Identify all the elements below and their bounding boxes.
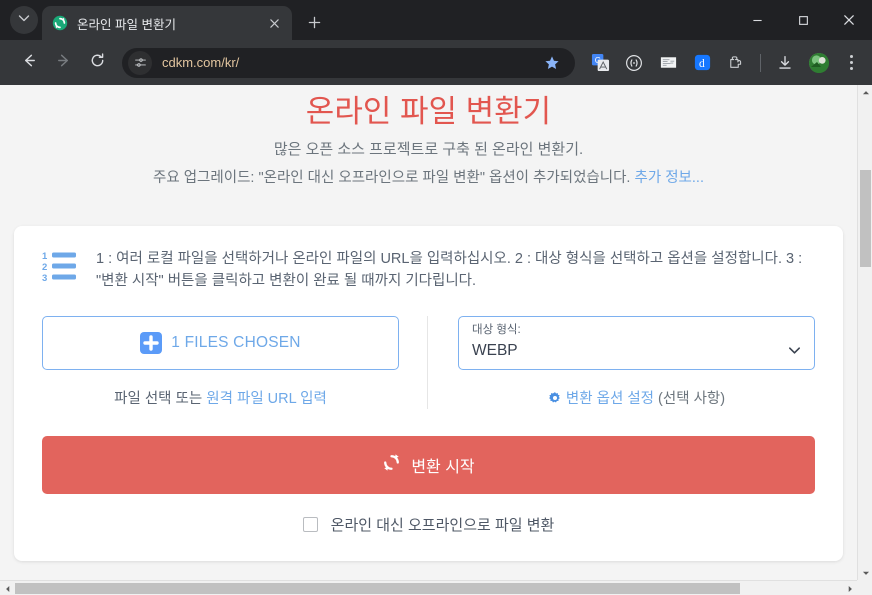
browser-toolbar: cdkm.com/kr/ G bbox=[0, 40, 872, 85]
scroll-left-arrow-icon[interactable] bbox=[0, 581, 15, 595]
tab-search-button[interactable] bbox=[10, 6, 38, 34]
scroll-right-arrow-icon[interactable] bbox=[842, 581, 857, 595]
forward-button[interactable] bbox=[48, 48, 78, 78]
vertical-scroll-thumb[interactable] bbox=[860, 170, 871, 267]
close-button[interactable] bbox=[826, 0, 872, 40]
puzzle-extensions-icon[interactable] bbox=[722, 49, 750, 77]
back-arrow-icon bbox=[21, 52, 38, 74]
minimize-button[interactable] bbox=[734, 0, 780, 40]
file-chooser-button[interactable]: 1 FILES CHOSEN bbox=[42, 316, 399, 370]
numbered-list-icon: 1 2 3 bbox=[42, 248, 82, 287]
scroll-up-arrow-icon[interactable] bbox=[858, 85, 872, 100]
maximize-button[interactable] bbox=[780, 0, 826, 40]
conversion-options: 변환 옵션 설정 (선택 사항) bbox=[458, 387, 815, 409]
conversion-options-link[interactable]: 변환 옵션 설정 bbox=[566, 391, 654, 407]
profile-avatar[interactable] bbox=[805, 49, 833, 77]
forward-arrow-icon bbox=[55, 52, 72, 74]
target-format-value: WEBP bbox=[472, 342, 518, 359]
tab-close-button[interactable] bbox=[264, 13, 284, 33]
target-format-select[interactable]: 대상 형식: WEBP bbox=[458, 316, 815, 370]
svg-text:2: 2 bbox=[42, 262, 47, 273]
tune-sliders-icon[interactable] bbox=[128, 50, 152, 75]
download-icon[interactable] bbox=[771, 49, 799, 77]
scroll-down-arrow-icon[interactable] bbox=[858, 565, 872, 580]
horizontal-scroll-thumb[interactable] bbox=[15, 583, 740, 594]
howto-section: 1 2 3 1 : 여러 로컬 파일을 선택하거나 온라인 파일의 URL을 입… bbox=[42, 248, 815, 292]
conversion-options-suffix: (선택 사항) bbox=[654, 391, 726, 407]
refresh-sync-icon bbox=[382, 453, 401, 477]
url-text: cdkm.com/kr/ bbox=[162, 55, 240, 70]
upgrade-notice: 주요 업그레이드: "온라인 대신 오프라인으로 파일 변환" 옵션이 추가되었… bbox=[0, 167, 857, 189]
start-conversion-label: 변환 시작 bbox=[411, 459, 475, 476]
offline-checkbox-label: 온라인 대신 오프라인으로 파일 변환 bbox=[330, 517, 555, 534]
tab-title: 온라인 파일 변환기 bbox=[77, 17, 176, 32]
google-translate-icon[interactable]: G bbox=[586, 49, 614, 77]
avatar bbox=[809, 52, 829, 73]
three-dot-menu-icon[interactable] bbox=[838, 49, 864, 77]
page-viewport: 온라인 파일 변환기 많은 오픈 소스 프로젝트로 구축 된 온라인 변환기. … bbox=[0, 85, 872, 595]
address-bar[interactable]: cdkm.com/kr/ bbox=[122, 47, 575, 78]
remote-url-link[interactable]: 원격 파일 URL 입력 bbox=[206, 391, 327, 407]
d-extension-icon[interactable]: d bbox=[688, 49, 716, 77]
more-info-link[interactable]: 추가 정보... bbox=[635, 170, 704, 186]
bracket-circle-icon[interactable] bbox=[620, 49, 648, 77]
svg-text:3: 3 bbox=[42, 273, 47, 282]
web-page-content: 온라인 파일 변환기 많은 오픈 소스 프로젝트로 구축 된 온라인 변환기. … bbox=[0, 85, 857, 580]
upgrade-notice-text: 주요 업그레이드: "온라인 대신 오프라인으로 파일 변환" 옵션이 추가되었… bbox=[153, 170, 635, 186]
reload-icon bbox=[89, 52, 106, 74]
file-hint: 파일 선택 또는 원격 파일 URL 입력 bbox=[42, 387, 399, 408]
plus-square-icon bbox=[140, 332, 163, 354]
file-selection-column: 1 FILES CHOSEN 파일 선택 또는 원격 파일 URL 입력 bbox=[42, 316, 427, 409]
converter-columns: 1 FILES CHOSEN 파일 선택 또는 원격 파일 URL 입력 대상 … bbox=[42, 316, 815, 409]
browser-window: 온라인 파일 변환기 cdkm.com/kr/ d 온라인 파일 변환기 많은 … bbox=[0, 0, 872, 595]
page-subtitle: 많은 오픈 소스 프로젝트로 구축 된 온라인 변환기. bbox=[273, 141, 584, 158]
reload-button[interactable] bbox=[82, 48, 112, 78]
window-controls bbox=[734, 0, 872, 40]
offline-checkbox[interactable] bbox=[302, 517, 318, 532]
file-hint-prefix: 파일 선택 또는 bbox=[114, 391, 207, 407]
toolbar-divider bbox=[760, 53, 761, 72]
scrollbar-corner bbox=[857, 580, 872, 595]
toolbar-extensions: G bbox=[583, 49, 864, 77]
vertical-scrollbar[interactable] bbox=[857, 85, 872, 580]
svg-text:d: d bbox=[698, 58, 704, 70]
sync-green-favicon bbox=[52, 15, 68, 31]
format-selection-column: 대상 형식: WEBP 변환 옵션 설정 (선택 사항) bbox=[427, 316, 815, 409]
chevron-down-icon bbox=[787, 343, 802, 363]
horizontal-scrollbar[interactable] bbox=[0, 580, 857, 595]
new-tab-button[interactable] bbox=[300, 8, 328, 36]
gear-icon bbox=[548, 391, 562, 409]
howto-text: 1 : 여러 로컬 파일을 선택하거나 온라인 파일의 URL을 입력하십시오.… bbox=[96, 251, 803, 289]
hero-section: 온라인 파일 변환기 많은 오픈 소스 프로젝트로 구축 된 온라인 변환기. … bbox=[0, 85, 857, 189]
files-chosen-label: 1 FILES CHOSEN bbox=[171, 334, 301, 351]
target-format-label: 대상 형식: bbox=[472, 324, 521, 336]
browser-tab[interactable]: 온라인 파일 변환기 bbox=[42, 6, 292, 40]
tab-strip: 온라인 파일 변환기 bbox=[0, 0, 872, 40]
start-conversion-button[interactable]: 변환 시작 bbox=[42, 436, 815, 494]
back-button[interactable] bbox=[14, 48, 44, 78]
converter-card: 1 2 3 1 : 여러 로컬 파일을 선택하거나 온라인 파일의 URL을 입… bbox=[14, 226, 843, 561]
chevron-down-icon bbox=[18, 11, 30, 29]
page-title: 온라인 파일 변환기 bbox=[305, 94, 552, 129]
offline-option-row: 온라인 대신 오프라인으로 파일 변환 bbox=[42, 514, 815, 535]
reading-list-icon[interactable] bbox=[654, 49, 682, 77]
star-filled-icon[interactable] bbox=[539, 50, 565, 76]
svg-text:1: 1 bbox=[42, 251, 48, 262]
